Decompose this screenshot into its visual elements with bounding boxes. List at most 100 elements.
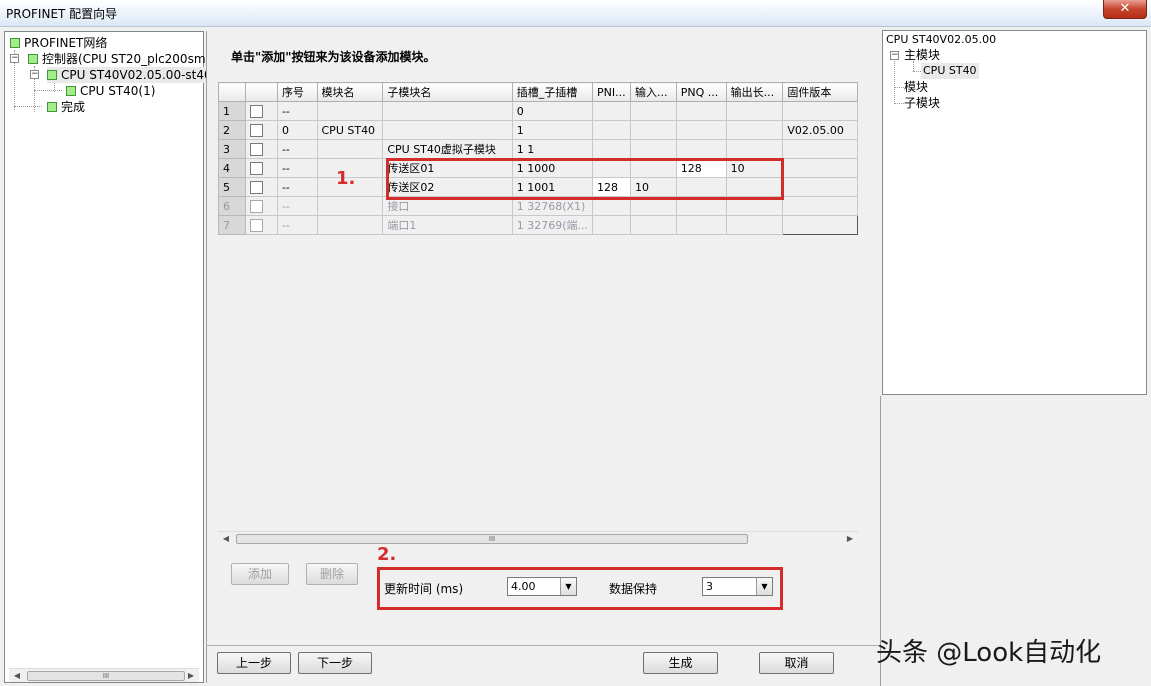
- cell-pni: [592, 215, 631, 235]
- next-button[interactable]: 下一步: [298, 652, 372, 674]
- cell-input-len[interactable]: [629, 101, 677, 121]
- scroll-thumb[interactable]: III: [236, 534, 748, 544]
- tree-item-device[interactable]: CPU ST40V02.05.00-st40: [47, 67, 212, 83]
- table-row[interactable]: 1 -- 0: [218, 101, 858, 121]
- right-tree-cpu[interactable]: CPU ST40: [921, 63, 979, 79]
- cell-seq: --: [276, 196, 318, 216]
- cell-firmware: [782, 101, 858, 121]
- cell-module[interactable]: CPU ST40: [316, 120, 384, 140]
- cell-submodule[interactable]: [382, 120, 513, 140]
- collapse-icon[interactable]: −: [30, 70, 39, 79]
- row-checkbox[interactable]: [250, 104, 264, 118]
- row-checkbox-cell[interactable]: [245, 177, 278, 197]
- row-number: 2: [218, 120, 247, 140]
- cell-pnq[interactable]: [675, 120, 727, 140]
- update-time-value: 4.00: [511, 580, 536, 593]
- cell-seq: --: [276, 177, 318, 197]
- row-checkbox[interactable]: [250, 123, 264, 137]
- tree-item-controller[interactable]: 控制器(CPU ST20_plc200smart): [28, 51, 227, 67]
- cell-seq: --: [276, 139, 318, 159]
- cancel-button[interactable]: 取消: [759, 652, 834, 674]
- grid-horizontal-scrollbar[interactable]: ◀ III ▶: [218, 531, 858, 545]
- cell-module: [316, 215, 384, 235]
- row-checkbox-cell[interactable]: [245, 101, 278, 121]
- cell-input-len[interactable]: [629, 120, 677, 140]
- highlight-box-transfer-areas: [386, 158, 784, 200]
- tree-item-module[interactable]: CPU ST40(1): [66, 83, 155, 99]
- cell-pni[interactable]: [592, 101, 631, 121]
- col-header-slot[interactable]: 插槽_子插槽: [511, 82, 594, 102]
- cell-module[interactable]: [316, 101, 384, 121]
- cell-submodule[interactable]: [382, 101, 513, 121]
- annotation-label-1: 1.: [336, 168, 356, 189]
- data-hold-label: 数据保持: [609, 582, 658, 596]
- chevron-down-icon[interactable]: ▼: [560, 578, 576, 595]
- cell-firmware: [782, 177, 858, 197]
- close-button[interactable]: ✕: [1103, 0, 1147, 19]
- row-checkbox-cell[interactable]: [245, 139, 278, 159]
- table-row: 7 -- 端口1 1 32769(端...: [218, 215, 858, 235]
- cell-pni[interactable]: [592, 139, 631, 159]
- cell-seq: --: [276, 158, 318, 178]
- cell-pnq[interactable]: [675, 139, 727, 159]
- add-button[interactable]: 添加: [231, 563, 289, 585]
- cell-submodule[interactable]: CPU ST40虚拟子模块: [382, 139, 513, 159]
- row-checkbox[interactable]: [250, 142, 264, 156]
- cell-pnq[interactable]: [675, 101, 727, 121]
- col-header-seq[interactable]: 序号: [276, 82, 318, 102]
- col-header-submodule[interactable]: 子模块名: [382, 82, 513, 102]
- scroll-thumb[interactable]: III: [27, 671, 185, 681]
- collapse-icon[interactable]: −: [10, 54, 19, 63]
- tree-line: [34, 90, 62, 91]
- generate-button[interactable]: 生成: [643, 652, 718, 674]
- col-header-input-len[interactable]: 输入...: [629, 82, 677, 102]
- instruction-text: 单击"添加"按钮来为该设备添加模块。: [231, 50, 436, 64]
- cell-output-len[interactable]: [725, 120, 784, 140]
- tree-item-label: 完成: [61, 100, 86, 114]
- cell-slot: 1 1: [511, 139, 594, 159]
- col-header-pni[interactable]: PNI...: [592, 82, 631, 102]
- title-bar: PROFINET 配置向导 ✕: [0, 0, 1151, 27]
- col-header-output-len[interactable]: 输出长...: [725, 82, 784, 102]
- row-checkbox[interactable]: [250, 180, 264, 194]
- data-hold-select[interactable]: 3 ▼: [702, 577, 773, 596]
- module-grid: 序号 模块名 子模块名 插槽_子插槽 PNI... 输入... PNQ ... …: [218, 82, 858, 542]
- scroll-right-icon[interactable]: ▶: [183, 669, 199, 683]
- left-horizontal-scrollbar[interactable]: ◀ III ▶: [9, 668, 199, 682]
- row-checkbox[interactable]: [250, 161, 264, 175]
- node-icon: [47, 70, 57, 80]
- tree-item-profinet-network[interactable]: PROFINET网络: [10, 35, 107, 51]
- collapse-icon[interactable]: −: [890, 51, 899, 60]
- prev-button[interactable]: 上一步: [217, 652, 291, 674]
- row-checkbox-cell[interactable]: [245, 120, 278, 140]
- col-header-pnq[interactable]: PNQ ...: [675, 82, 727, 102]
- update-time-select[interactable]: 4.00 ▼: [507, 577, 577, 596]
- cell-output-len[interactable]: [725, 139, 784, 159]
- right-tree-submodule[interactable]: 子模块: [904, 95, 940, 111]
- right-tree-module[interactable]: 模块: [904, 79, 928, 95]
- table-row[interactable]: 3 -- CPU ST40虚拟子模块 1 1: [218, 139, 858, 159]
- cell-seq: --: [276, 215, 318, 235]
- update-time-label: 更新时间 (ms): [384, 582, 464, 596]
- right-tree-device[interactable]: CPU ST40V02.05.00: [886, 32, 996, 48]
- cell-input-len[interactable]: [629, 139, 677, 159]
- chevron-down-icon[interactable]: ▼: [756, 578, 772, 595]
- scroll-right-icon[interactable]: ▶: [842, 532, 858, 546]
- tree-item-label: PROFINET网络: [24, 36, 108, 50]
- right-tree-main-module[interactable]: 主模块: [904, 47, 940, 63]
- row-checkbox-cell[interactable]: [245, 158, 278, 178]
- cell-slot: 1: [511, 120, 594, 140]
- tree-line: [894, 87, 904, 88]
- scroll-left-icon[interactable]: ◀: [218, 532, 234, 546]
- cell-output-len[interactable]: [725, 101, 784, 121]
- tree-item-finish[interactable]: 完成: [47, 99, 85, 115]
- node-icon: [10, 38, 20, 48]
- delete-button[interactable]: 删除: [306, 563, 358, 585]
- cell-output-len: [725, 215, 784, 235]
- cell-pni[interactable]: [592, 120, 631, 140]
- scroll-left-icon[interactable]: ◀: [9, 669, 25, 683]
- cell-module[interactable]: [316, 139, 384, 159]
- col-header-module[interactable]: 模块名: [316, 82, 384, 102]
- table-row[interactable]: 2 0 CPU ST40 1 V02.05.00: [218, 120, 858, 140]
- col-header-firmware[interactable]: 固件版本: [782, 82, 858, 102]
